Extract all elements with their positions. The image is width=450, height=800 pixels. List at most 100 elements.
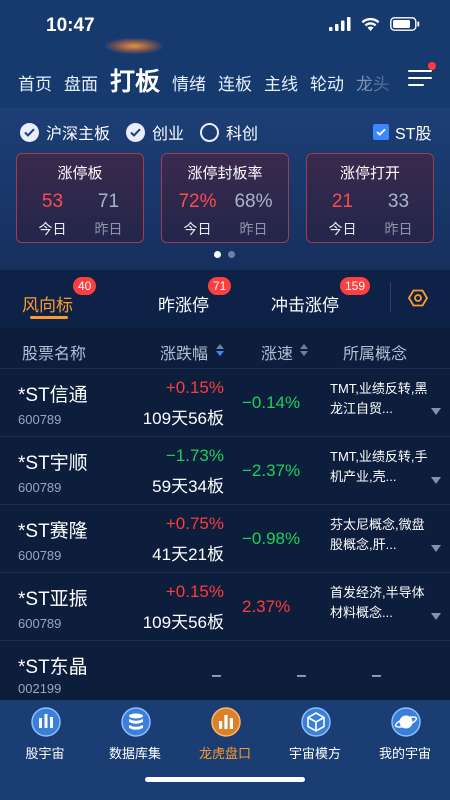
concept: 首发经济,半导体材料概念...	[330, 585, 425, 620]
unchecked-circle-icon	[200, 122, 219, 142]
bottom-tab-cube[interactable]: 宇宙模方	[270, 706, 360, 768]
stock-code: 600789	[18, 412, 62, 427]
menu-button[interactable]	[408, 68, 432, 88]
stat-today-label: 今日	[328, 221, 357, 237]
stat-title: 涨停板	[57, 165, 103, 182]
tab-home[interactable]: 首页	[18, 70, 52, 95]
chart-icon	[211, 707, 241, 737]
wifi-icon	[361, 17, 380, 31]
tab-sentiment[interactable]: 情绪	[172, 70, 206, 95]
bottom-tab-stock-universe[interactable]: 股宇宙	[0, 706, 90, 768]
stat-yesterday-label: 昨日	[384, 221, 413, 237]
stat-today-value: 53	[41, 191, 64, 212]
speed: −0.98%	[242, 529, 301, 548]
table-row[interactable]: *ST信通 600789 +0.15% 109天56板 −0.14% TMT,业…	[0, 368, 450, 436]
sort-icon[interactable]	[300, 344, 308, 356]
board-count: 59天34板	[152, 477, 224, 496]
chevron-down-icon[interactable]	[431, 613, 441, 620]
settings-icon[interactable]	[408, 288, 428, 308]
tab-mainline[interactable]: 主线	[264, 70, 298, 95]
chevron-down-icon[interactable]	[431, 408, 441, 415]
subtab-impact-limit[interactable]: 冲击涨停	[271, 291, 339, 316]
stock-code: 002199	[18, 681, 62, 696]
stat-today-label: 今日	[183, 221, 212, 237]
stock-name: *ST亚振	[18, 589, 88, 610]
filter-label: 沪深主板	[46, 126, 111, 143]
table-row[interactable]: *ST东晶 002199 – – –	[0, 640, 450, 708]
stat-yesterday-value: 68%	[234, 191, 273, 212]
stock-name: *ST赛隆	[18, 521, 88, 542]
checkbox-icon	[373, 124, 389, 140]
stat-yesterday-label: 昨日	[239, 221, 268, 237]
pager-dot[interactable]	[228, 251, 235, 258]
status-time: 10:47	[46, 15, 95, 36]
stat-card-opened[interactable]: 涨停打开 21 33 今日 昨日	[306, 153, 434, 243]
tab-limit-up[interactable]: 打板	[110, 62, 160, 98]
check-icon	[126, 122, 145, 142]
stock-code: 600789	[18, 616, 62, 631]
status-bar: 10:47	[0, 0, 450, 52]
tab-consecutive[interactable]: 连板	[218, 70, 252, 95]
bottom-tab-label: 龙虎盘口	[198, 746, 251, 761]
bottom-tab-my-universe[interactable]: 我的宇宙	[360, 706, 450, 768]
active-tab-glow	[105, 38, 163, 54]
sort-active-icon[interactable]	[216, 344, 224, 356]
concept: 芬太尼概念,微盘股概念,肝...	[330, 517, 425, 552]
bottom-tab-label: 我的宇宙	[378, 746, 431, 761]
stat-today-value: 21	[331, 191, 354, 212]
tab-rotation[interactable]: 轮动	[310, 70, 344, 95]
bottom-tab-dragon-tiger[interactable]: 龙虎盘口	[180, 706, 270, 768]
filter-chinext[interactable]: 创业	[126, 122, 185, 143]
header-concept: 所属概念	[343, 346, 408, 363]
concept: TMT,业绩反转,黑龙江自贸...	[330, 381, 428, 416]
tab-market[interactable]: 盘面	[64, 70, 98, 95]
subtab-yesterday-limit[interactable]: 昨涨停	[158, 291, 209, 316]
signal-icon	[329, 17, 351, 31]
notification-dot	[428, 62, 436, 70]
table-row[interactable]: *ST赛隆 600789 +0.75% 41天21板 −0.98% 芬太尼概念,…	[0, 504, 450, 572]
status-icons	[329, 17, 420, 31]
pager-dot-active[interactable]	[214, 251, 221, 258]
filter-main-board[interactable]: 沪深主板	[20, 122, 111, 143]
filter-st[interactable]: ST股	[373, 122, 432, 143]
subtab-indicator[interactable]: 风向标	[22, 291, 73, 316]
filter-star[interactable]: 科创	[200, 122, 258, 143]
stock-name: *ST宇顺	[18, 453, 88, 474]
change-pct: −1.73%	[165, 446, 224, 465]
header-stock-name: 股票名称	[22, 346, 87, 363]
board-count: 41天21板	[152, 545, 224, 564]
chevron-down-icon[interactable]	[431, 545, 441, 552]
battery-icon	[390, 17, 420, 31]
stat-title: 涨停打开	[339, 165, 400, 182]
divider	[390, 282, 391, 312]
header-change[interactable]: 涨跌幅	[160, 340, 208, 364]
stock-code: 600789	[18, 480, 62, 495]
stock-code: 600789	[18, 548, 62, 563]
cube-icon	[301, 707, 331, 737]
speed: –	[297, 667, 306, 684]
stat-yesterday-label: 昨日	[94, 221, 123, 237]
header-speed[interactable]: 涨速	[261, 340, 293, 364]
nav-fade	[365, 52, 405, 108]
table-row[interactable]: *ST亚振 600789 +0.15% 109天56板 2.37% 首发经济,半…	[0, 572, 450, 640]
change-pct: +0.75%	[165, 514, 224, 533]
bars-icon	[31, 707, 61, 737]
stock-name: *ST信通	[18, 385, 88, 406]
change-pct: +0.15%	[165, 582, 224, 601]
stat-yesterday-value: 33	[387, 191, 410, 212]
chevron-down-icon[interactable]	[431, 477, 441, 484]
stat-yesterday-value: 71	[97, 191, 120, 212]
home-indicator	[145, 777, 305, 782]
change-pct: +0.15%	[165, 378, 224, 397]
database-icon	[121, 707, 151, 737]
bottom-tab-label: 股宇宙	[25, 746, 65, 761]
check-icon	[20, 122, 39, 142]
subtab-badge: 40	[73, 277, 97, 295]
filter-label: ST股	[395, 126, 432, 143]
table-row[interactable]: *ST宇顺 600789 −1.73% 59天34板 −2.37% TMT,业绩…	[0, 436, 450, 504]
stat-card-limit-up[interactable]: 涨停板 53 71 今日 昨日	[16, 153, 144, 243]
stat-card-seal-rate[interactable]: 涨停封板率 72% 68% 今日 昨日	[161, 153, 289, 243]
change-pct: –	[212, 667, 221, 684]
filter-label: 创业	[152, 126, 185, 143]
bottom-tab-database[interactable]: 数据库集	[90, 706, 180, 768]
